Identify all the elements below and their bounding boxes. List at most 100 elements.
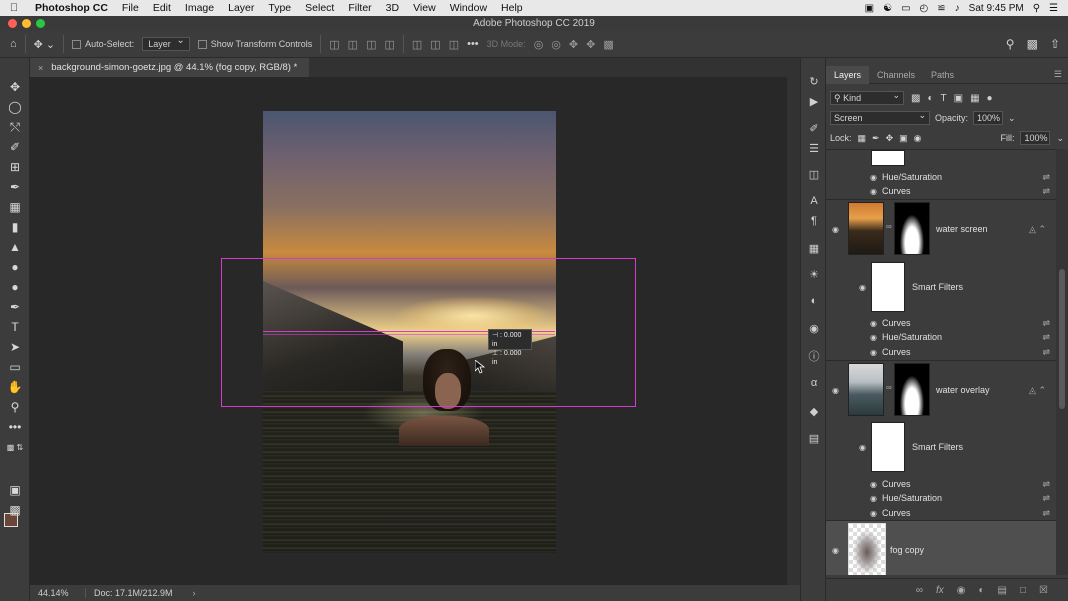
filter-adjustment-icon[interactable]: ◐ bbox=[927, 93, 933, 104]
type-tool-icon[interactable]: T bbox=[4, 318, 26, 336]
auto-select-checkbox[interactable]: Auto-Select: bbox=[72, 39, 134, 49]
lasso-tool-icon[interactable]: ⤲ bbox=[4, 118, 26, 136]
eye-icon[interactable]: ◉ bbox=[832, 546, 839, 555]
healing-brush-tool-icon[interactable]: ▦ bbox=[4, 198, 26, 216]
smart-object-icon[interactable]: ◬ ⌃ bbox=[1029, 224, 1046, 235]
layer-thumbnail[interactable] bbox=[848, 523, 886, 575]
new-group-icon[interactable]: ▤ bbox=[998, 585, 1007, 596]
smart-filter-row[interactable]: ◉ Curves ⇌ bbox=[826, 477, 1056, 491]
smart-filter-row[interactable]: ◉ Hue/Saturation ⇌ bbox=[826, 170, 1056, 184]
screen-record-icon[interactable]: ▣ bbox=[865, 3, 874, 14]
filter-type-icon[interactable]: T bbox=[941, 93, 947, 104]
3d-slide-icon[interactable]: ✥ bbox=[586, 38, 595, 51]
layer-thumbnail[interactable] bbox=[848, 363, 884, 416]
smart-filter-row[interactable]: ◉ Curves ⇌ bbox=[826, 184, 1056, 198]
brush-settings-icon[interactable]: ☰ bbox=[805, 140, 823, 156]
menu-file[interactable]: File bbox=[115, 2, 146, 14]
volume-icon[interactable]: ♪ bbox=[955, 3, 960, 14]
minimize-window-icon[interactable] bbox=[22, 19, 31, 28]
3d-roll-icon[interactable]: ◎ bbox=[551, 38, 561, 51]
fx-icon[interactable]: fx bbox=[936, 585, 944, 596]
search-icon[interactable]: ⚲ bbox=[1006, 37, 1015, 51]
align-top-icon[interactable]: ◫ bbox=[412, 38, 422, 51]
quick-select-tool-icon[interactable]: ✐ bbox=[4, 138, 26, 156]
path-selection-tool-icon[interactable]: ➤ bbox=[4, 338, 26, 356]
quick-mask-icon[interactable]: ▣ bbox=[4, 481, 26, 499]
transform-bounding-box[interactable] bbox=[221, 258, 636, 407]
filter-options-icon[interactable]: ⇌ bbox=[1042, 172, 1050, 183]
filter-options-icon[interactable]: ⇌ bbox=[1042, 332, 1050, 343]
move-tool-preset-icon[interactable]: ✥ ⌄ bbox=[34, 38, 56, 51]
menu-view[interactable]: View bbox=[406, 2, 443, 14]
layer-name[interactable]: water overlay bbox=[936, 385, 990, 395]
filter-options-icon[interactable]: ⇌ bbox=[1042, 508, 1050, 519]
character-icon[interactable]: A bbox=[805, 193, 823, 209]
brush-tool-icon[interactable]: ▮ bbox=[4, 218, 26, 236]
eye-icon[interactable]: ◉ bbox=[870, 494, 877, 503]
3d-pan-icon[interactable]: ✥ bbox=[569, 38, 578, 51]
default-colors-icon[interactable]: ▩ ⇅ bbox=[4, 438, 26, 456]
color-icon[interactable]: ◐ bbox=[805, 293, 823, 309]
3d-scale-icon[interactable]: ▩ bbox=[603, 38, 613, 51]
panel-menu-icon[interactable]: ☰ bbox=[1054, 69, 1062, 80]
3d-orbit-icon[interactable]: ◎ bbox=[534, 38, 544, 51]
close-window-icon[interactable] bbox=[8, 19, 17, 28]
smart-filter-row[interactable]: ◉ Curves ⇌ bbox=[826, 345, 1056, 359]
lock-transparent-icon[interactable]: ▦ bbox=[858, 133, 867, 144]
status-menu-arrow-icon[interactable]: › bbox=[193, 588, 196, 598]
filter-pixel-icon[interactable]: ▩ bbox=[911, 93, 920, 104]
adjustments-icon[interactable]: ◫ bbox=[805, 166, 823, 182]
zoom-tool-icon[interactable]: ⚲ bbox=[4, 398, 26, 416]
layer-row-fog-copy[interactable]: ◉ fog copy bbox=[826, 521, 1056, 575]
smart-filters-row[interactable]: ◉ Smart Filters bbox=[826, 440, 1056, 454]
eye-icon[interactable]: ◉ bbox=[832, 386, 839, 395]
edit-toolbar-icon[interactable]: ••• bbox=[4, 418, 26, 436]
share-icon[interactable]: ⇧ bbox=[1050, 37, 1060, 51]
learn-icon[interactable]: ☀ bbox=[805, 266, 823, 282]
dodge-tool-icon[interactable]: ● bbox=[4, 278, 26, 296]
checkbox-box[interactable] bbox=[72, 39, 82, 49]
layers-scrollbar[interactable] bbox=[1056, 149, 1068, 575]
menu-image[interactable]: Image bbox=[178, 2, 221, 14]
rectangle-tool-icon[interactable]: ▭ bbox=[4, 358, 26, 376]
properties-icon[interactable]: ▤ bbox=[805, 430, 823, 446]
align-center-icon[interactable]: ◫ bbox=[348, 38, 358, 51]
cast-icon[interactable]: ▭ bbox=[901, 3, 910, 14]
menu-window[interactable]: Window bbox=[443, 2, 494, 14]
tab-channels[interactable]: Channels bbox=[869, 66, 923, 84]
filter-smart-object-icon[interactable]: ▦ bbox=[970, 93, 979, 104]
info-icon[interactable]: ⓘ bbox=[805, 348, 823, 364]
layer-name[interactable]: water screen bbox=[936, 224, 988, 234]
smart-filter-row[interactable]: ◉ Curves ⇌ bbox=[826, 506, 1056, 520]
menu-3d[interactable]: 3D bbox=[379, 2, 406, 14]
eye-icon[interactable]: ◉ bbox=[870, 319, 877, 328]
eye-icon[interactable]: ◉ bbox=[832, 225, 839, 234]
paragraph-icon[interactable]: ¶ bbox=[805, 213, 823, 229]
menu-select[interactable]: Select bbox=[298, 2, 341, 14]
filter-kind-dropdown[interactable]: ⚲ Kind bbox=[830, 89, 904, 105]
smart-filters-row[interactable]: ◉ Smart Filters bbox=[826, 280, 1056, 294]
trash-icon[interactable]: ☒ bbox=[1039, 585, 1048, 596]
layer-name[interactable]: fog copy bbox=[890, 545, 924, 555]
link-icon[interactable]: ∞ bbox=[886, 383, 892, 392]
eye-icon[interactable]: ◉ bbox=[870, 187, 877, 196]
menu-edit[interactable]: Edit bbox=[146, 2, 178, 14]
menu-layer[interactable]: Layer bbox=[221, 2, 261, 14]
eye-icon[interactable]: ◉ bbox=[870, 173, 877, 182]
document-tab[interactable]: × background-simon-goetz.jpg @ 44.1% (fo… bbox=[30, 58, 310, 77]
menu-help[interactable]: Help bbox=[494, 2, 530, 14]
menu-type[interactable]: Type bbox=[261, 2, 298, 14]
lock-artboard-icon[interactable]: ▣ bbox=[899, 133, 908, 144]
apple-icon[interactable]:  bbox=[0, 2, 28, 14]
tab-paths[interactable]: Paths bbox=[923, 66, 962, 84]
spotlight-icon[interactable]: ⚲ bbox=[1033, 3, 1040, 14]
smart-filter-row[interactable]: ◉ Curves ⇌ bbox=[826, 316, 1056, 330]
eye-icon[interactable]: ◉ bbox=[870, 480, 877, 489]
smart-filter-mask-thumbnail[interactable] bbox=[871, 150, 905, 166]
workspace-icon[interactable]: ▩ bbox=[1027, 37, 1038, 51]
3d-icon[interactable]: ◆ bbox=[805, 403, 823, 419]
link-layers-icon[interactable]: ∞ bbox=[916, 585, 923, 596]
layer-mask-thumbnail[interactable] bbox=[894, 202, 930, 255]
menu-filter[interactable]: Filter bbox=[341, 2, 378, 14]
notification-center-icon[interactable]: ☰ bbox=[1049, 3, 1058, 14]
